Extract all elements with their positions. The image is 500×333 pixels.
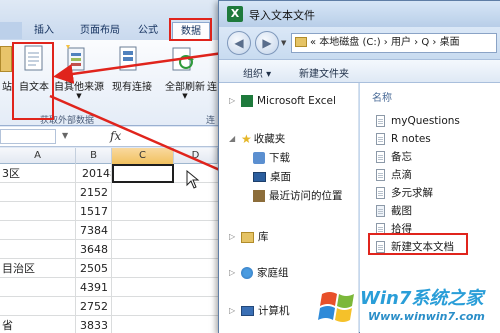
nav-item-label: 计算机: [258, 305, 290, 317]
expand-arrow-icon[interactable]: ▷: [229, 229, 235, 245]
text-file-icon: [376, 169, 385, 181]
folder-icon: [295, 37, 307, 47]
new-folder-button[interactable]: 新建文件夹: [299, 65, 349, 80]
file-name: 点滴: [391, 169, 412, 181]
text-file-icon: [376, 187, 385, 199]
nav-item-desktop[interactable]: 桌面: [253, 169, 291, 185]
arrow-to-from-text: [53, 50, 231, 84]
expand-arrow-icon[interactable]: ▷: [229, 265, 235, 281]
file-item-screenshot[interactable]: 截图: [376, 203, 412, 219]
collapse-arrow-icon[interactable]: ◢: [229, 131, 235, 147]
back-button[interactable]: ◀: [227, 31, 251, 55]
downloads-icon: [253, 152, 265, 164]
star-icon: ★: [241, 132, 252, 146]
nav-item-label: Microsoft Excel: [257, 95, 336, 107]
expand-arrow-icon[interactable]: ▷: [229, 303, 235, 319]
file-item-dianzi[interactable]: 点滴: [376, 167, 412, 183]
file-name: 备忘: [391, 151, 412, 163]
file-name: R notes: [391, 133, 431, 145]
text-file-icon: [376, 115, 385, 127]
recent-locations-icon[interactable]: ▼: [281, 39, 286, 47]
watermark: Win7系统之家 Www.winwin7.com: [316, 280, 500, 333]
column-header-name[interactable]: 名称: [372, 89, 392, 104]
nav-item-homegroup[interactable]: 家庭组: [241, 265, 289, 281]
nav-item-library[interactable]: 库: [241, 229, 269, 245]
file-item-multivariate[interactable]: 多元求解: [376, 185, 433, 201]
nav-item-label: 最近访问的位置: [269, 190, 343, 202]
forward-button[interactable]: ▶: [255, 31, 279, 55]
file-name: myQuestions: [391, 115, 460, 127]
nav-item-computer[interactable]: 计算机: [241, 303, 290, 319]
nav-item-label: 下载: [269, 152, 290, 164]
nav-item-label: 桌面: [270, 171, 291, 183]
nav-item-excel[interactable]: Microsoft Excel: [241, 93, 336, 109]
highlight-new-text-document: [368, 233, 468, 255]
excel-app-icon: X: [227, 6, 243, 22]
nav-item-label: 收藏夹: [253, 133, 286, 145]
recent-places-icon: [253, 190, 265, 202]
computer-icon: [241, 306, 254, 316]
desktop-icon: [253, 172, 266, 182]
watermark-url: Www.winwin7.com: [368, 310, 485, 323]
text-file-icon: [376, 151, 385, 163]
library-icon: [241, 231, 254, 243]
nav-item-recent[interactable]: 最近访问的位置: [253, 188, 343, 204]
dialog-title-bar[interactable]: X 导入文本文件: [219, 1, 500, 27]
watermark-title: Win7系统之家: [360, 288, 484, 309]
file-item-r-notes[interactable]: R notes: [376, 131, 431, 147]
text-file-icon: [376, 133, 385, 145]
dialog-toolbar: 组织 ▾ 新建文件夹: [219, 59, 500, 83]
organize-button[interactable]: 组织 ▾: [243, 65, 271, 80]
address-path: « 本地磁盘 (C:) › 用户 › Q › 桌面: [310, 37, 460, 48]
file-item-myquestions[interactable]: myQuestions: [376, 113, 460, 129]
address-bar[interactable]: « 本地磁盘 (C:) › 用户 › Q › 桌面: [291, 33, 497, 53]
nav-item-label: 家庭组: [257, 267, 289, 279]
navigation-bar: ◀ ▶ ▼ « 本地磁盘 (C:) › 用户 › Q › 桌面: [219, 27, 500, 59]
file-name: 多元求解: [391, 187, 433, 199]
nav-item-downloads[interactable]: 下载: [253, 150, 290, 166]
file-item-memo[interactable]: 备忘: [376, 149, 412, 165]
screenshot-file-icon: [376, 205, 385, 217]
expand-arrow-icon[interactable]: ▷: [229, 93, 235, 109]
nav-item-label: 库: [258, 231, 269, 243]
excel-icon: [241, 95, 253, 107]
dialog-title: 导入文本文件: [249, 9, 315, 22]
homegroup-icon: [241, 267, 253, 279]
nav-item-favorites[interactable]: ★ 收藏夹: [241, 131, 285, 147]
windows-logo-icon: [318, 292, 354, 322]
file-name: 截图: [391, 205, 412, 217]
